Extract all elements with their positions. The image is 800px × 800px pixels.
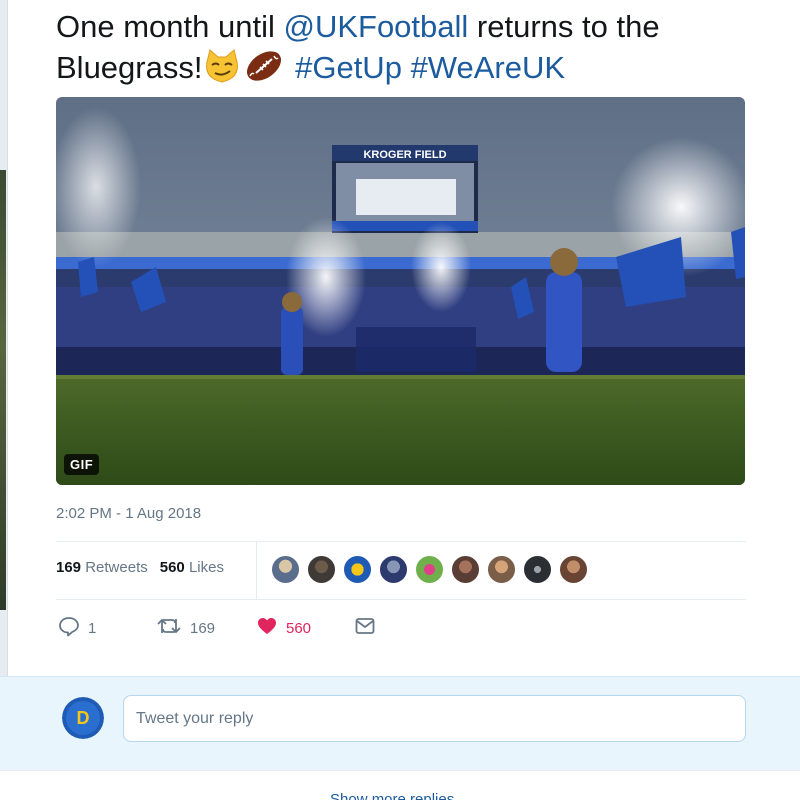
mention-link[interactable]: @UKFootball xyxy=(283,9,468,44)
smirking-cat-icon xyxy=(202,48,242,94)
hashtag-weareuk[interactable]: #WeAreUK xyxy=(411,50,566,85)
liker-avatar[interactable] xyxy=(379,555,408,584)
football-icon xyxy=(242,48,286,94)
like-count: 560 xyxy=(286,619,312,637)
liker-avatar[interactable] xyxy=(451,555,480,584)
hashtag-getup[interactable]: #GetUp xyxy=(295,50,402,85)
direct-message-button[interactable] xyxy=(354,616,376,640)
liker-avatars xyxy=(271,555,588,584)
like-button[interactable]: 560 xyxy=(256,616,311,640)
reply-composer: D xyxy=(0,676,800,770)
liker-avatar[interactable] xyxy=(343,555,372,584)
retweet-count: 169 xyxy=(190,619,216,637)
tweet-text: One month until @UKFootball returns to t… xyxy=(56,6,756,94)
user-avatar-letter: D xyxy=(77,708,90,728)
reply-icon xyxy=(58,615,80,641)
tweet-text-part2: returns to the xyxy=(468,9,660,44)
divider-bottom xyxy=(56,599,746,600)
stadium-image: KROGER FIELD xyxy=(56,97,745,485)
heart-icon xyxy=(256,615,278,641)
tweet-timestamp[interactable]: 2:02 PM - 1 Aug 2018 xyxy=(56,505,201,522)
gif-badge: GIF xyxy=(64,454,100,475)
scoreboard-label: KROGER FIELD xyxy=(363,149,446,161)
divider-top xyxy=(56,541,746,542)
liker-avatar[interactable] xyxy=(271,555,300,584)
tweet-text-part1: One month until xyxy=(56,9,284,44)
retweet-button[interactable]: 169 xyxy=(156,616,215,640)
reply-count: 1 xyxy=(88,619,97,637)
user-avatar[interactable]: D xyxy=(62,697,104,739)
stats-separator xyxy=(256,541,257,599)
reply-input[interactable] xyxy=(123,695,746,742)
likes-stat[interactable]: 560 Likes xyxy=(160,559,224,576)
show-more-replies-label[interactable]: Show more replies xyxy=(330,791,454,800)
retweet-icon xyxy=(156,615,182,641)
tweet-text-part3: Bluegrass! xyxy=(56,50,203,85)
reply-button[interactable]: 1 xyxy=(58,616,96,640)
tweet-media-gif[interactable]: KROGER FIELD GIF xyxy=(56,97,745,485)
liker-avatar[interactable] xyxy=(487,555,516,584)
liker-avatar[interactable] xyxy=(415,555,444,584)
liker-avatar[interactable] xyxy=(559,555,588,584)
envelope-icon xyxy=(354,615,376,641)
tweet-stats: 169 Retweets 560 Likes xyxy=(56,559,224,576)
retweets-stat[interactable]: 169 Retweets xyxy=(56,559,148,576)
show-more-replies[interactable]: Show more replies xyxy=(0,770,800,800)
liker-avatar[interactable] xyxy=(523,555,552,584)
liker-avatar[interactable] xyxy=(307,555,336,584)
background-image-strip xyxy=(0,170,6,610)
